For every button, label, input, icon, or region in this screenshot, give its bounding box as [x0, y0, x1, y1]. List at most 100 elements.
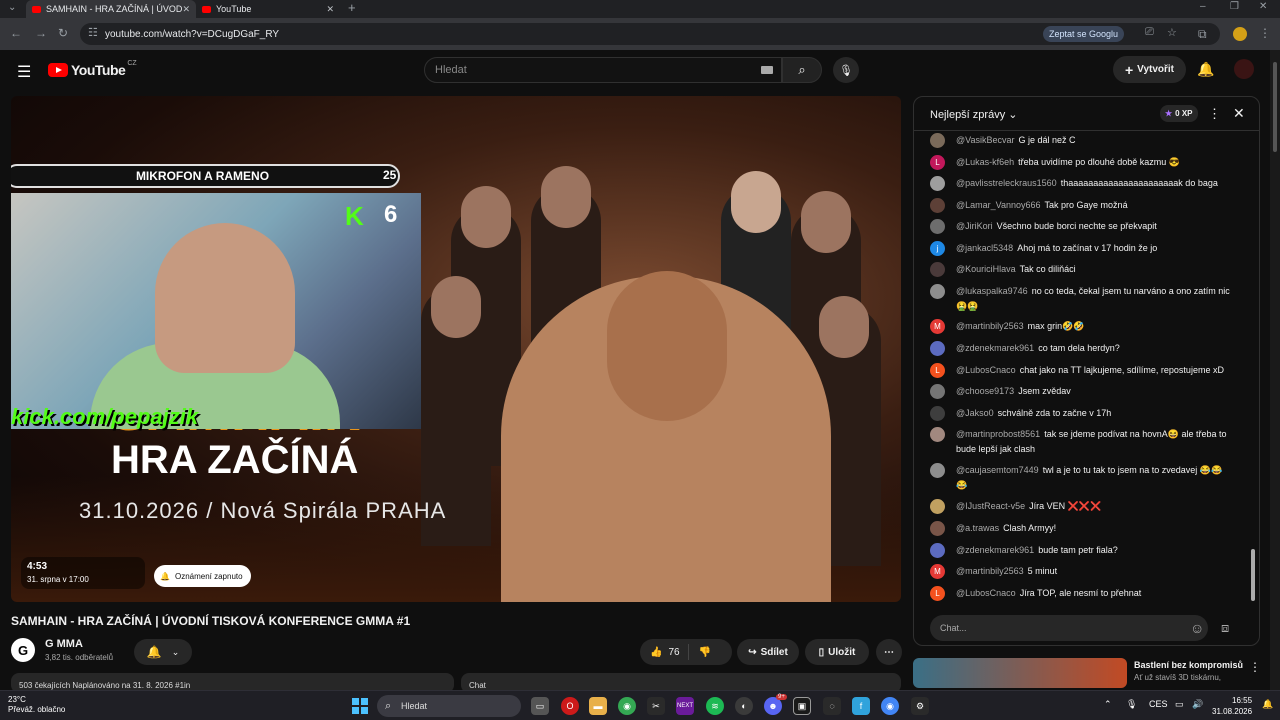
chat-author[interactable]: @Lamar_Vannoy666: [956, 200, 1041, 210]
chat-author[interactable]: @LubosCnaco: [956, 365, 1016, 375]
dislike-button[interactable]: 👎: [689, 647, 711, 658]
chat-avatar[interactable]: L: [930, 586, 945, 601]
chat-avatar[interactable]: M: [930, 564, 945, 579]
chat-avatar[interactable]: L: [930, 363, 945, 378]
chat-author[interactable]: @caujasemtom7449: [956, 465, 1039, 475]
search-button[interactable]: ⌕: [782, 57, 822, 83]
chat-author[interactable]: @Lukas-kf6eh: [956, 157, 1014, 167]
xp-badge[interactable]: ★ 0 XP: [1160, 105, 1198, 122]
keyboard-icon[interactable]: [761, 66, 773, 74]
search-input[interactable]: Hledat: [424, 57, 782, 83]
notification-on-button[interactable]: 🔔 Oznámení zapnuto: [154, 565, 251, 587]
close-tab-icon[interactable]: ✕: [182, 4, 190, 15]
chat-avatar[interactable]: [930, 499, 945, 514]
back-icon[interactable]: ←: [10, 26, 22, 40]
chat-author[interactable]: @JiriKori: [956, 221, 993, 231]
chat-avatar[interactable]: [930, 406, 945, 421]
chat-author[interactable]: @VasikBecvar: [956, 135, 1015, 145]
chat-avatar[interactable]: [930, 133, 945, 148]
voice-search-button[interactable]: 🎙: [833, 57, 859, 83]
recommendation-title[interactable]: Bastlení bez kompromisů: [1134, 660, 1243, 670]
taskbar-search[interactable]: Hledat: [377, 695, 521, 717]
create-button[interactable]: + Vytvořit: [1113, 56, 1186, 83]
chat-avatar[interactable]: [930, 262, 945, 277]
chat-avatar[interactable]: [930, 463, 945, 478]
like-button[interactable]: 👍 76: [640, 644, 689, 660]
emoji-icon[interactable]: ☺: [1190, 620, 1204, 636]
subscription-bell-button[interactable]: 🔔 ⌄: [134, 639, 192, 665]
cast-icon[interactable]: ⎚: [1145, 26, 1154, 39]
chat-author[interactable]: @Jakso0: [956, 408, 994, 418]
chat-avatar[interactable]: [930, 521, 945, 536]
chat-author[interactable]: @LubosCnaco: [956, 588, 1016, 598]
video-player[interactable]: SAMHAIN HRA ZAČÍNÁ 31.10.2026 / Nová Spi…: [11, 96, 901, 602]
chrome-icon[interactable]: ◉: [618, 697, 636, 715]
scrollbar-thumb[interactable]: [1273, 62, 1277, 152]
weather-widget[interactable]: 23°C Převáž. oblačno: [8, 695, 65, 715]
chat-author[interactable]: @martinbily2563: [956, 566, 1024, 576]
youtube-logo[interactable]: YouTube CZ: [48, 60, 137, 78]
chat-author[interactable]: @KouriciHlava: [956, 264, 1016, 274]
chat-avatar[interactable]: [930, 219, 945, 234]
url-text[interactable]: youtube.com/watch?v=DCugDGaF_RY: [105, 29, 279, 40]
app-icon[interactable]: ◌: [823, 697, 841, 715]
chat-avatar[interactable]: [930, 176, 945, 191]
settings-gear-icon[interactable]: ⚙: [911, 697, 929, 715]
chat-avatar[interactable]: [930, 198, 945, 213]
notifications-bell-icon[interactable]: 🔔: [1197, 61, 1214, 78]
chat-author[interactable]: @a.trawas: [956, 523, 999, 533]
obs-icon[interactable]: ▣: [793, 697, 811, 715]
minimize-icon[interactable]: –: [1200, 1, 1206, 12]
chat-author[interactable]: @martinprobost8561: [956, 429, 1040, 439]
facebook-icon[interactable]: f: [852, 697, 870, 715]
language-indicator[interactable]: CES: [1149, 699, 1168, 709]
super-chat-icon[interactable]: ⧈: [1221, 620, 1229, 636]
reload-icon[interactable]: ↻: [58, 26, 68, 40]
next-app-icon[interactable]: NEXT: [676, 697, 694, 715]
system-clock[interactable]: 16:55 31.08.2026: [1212, 695, 1252, 717]
chat-author[interactable]: @choose9173: [956, 386, 1014, 396]
site-info-icon[interactable]: ☷: [88, 26, 98, 39]
channel-name[interactable]: G MMA: [45, 638, 83, 650]
chat-avatar[interactable]: j: [930, 241, 945, 256]
close-chat-icon[interactable]: ✕: [1233, 105, 1245, 122]
chat-avatar[interactable]: L: [930, 155, 945, 170]
chat-author[interactable]: @pavlisstreleckraus1560: [956, 178, 1057, 188]
recommendation-more-icon[interactable]: ⋮: [1249, 660, 1261, 674]
share-button[interactable]: ↪ Sdílet: [737, 639, 799, 665]
capcut-icon[interactable]: ✂: [647, 697, 665, 715]
omnibox[interactable]: ☷ youtube.com/watch?v=DCugDGaF_RY Zeptat…: [80, 23, 1220, 45]
chat-avatar[interactable]: [930, 384, 945, 399]
tab-active[interactable]: SAMHAIN - HRA ZAČÍNÁ | ÚVOD ✕: [26, 0, 196, 18]
windows-start-icon[interactable]: [352, 698, 368, 714]
chat-avatar[interactable]: [930, 427, 945, 442]
close-tab-icon[interactable]: ✕: [326, 4, 334, 15]
recommendation-card[interactable]: Bastlení bez kompromisů Ať už stavíš 3D …: [913, 658, 1261, 688]
chat-options-icon[interactable]: ⋮: [1208, 106, 1221, 122]
chat-author[interactable]: @jankacl5348: [956, 243, 1013, 253]
tab-youtube[interactable]: YouTube ✕: [196, 0, 340, 18]
tab-list-icon[interactable]: ⌄: [8, 2, 16, 13]
recommendation-thumbnail[interactable]: [913, 658, 1127, 688]
tray-chevron-icon[interactable]: ⌃: [1104, 699, 1112, 710]
new-tab-button[interactable]: +: [348, 0, 356, 15]
network-icon[interactable]: ▭: [1175, 699, 1184, 710]
user-avatar[interactable]: [1234, 59, 1254, 79]
forward-icon[interactable]: →: [35, 26, 47, 40]
chat-author[interactable]: @zdenekmarek961: [956, 545, 1034, 555]
chat-author[interactable]: @IJustReact-v5e: [956, 501, 1025, 511]
chat-avatar[interactable]: [930, 341, 945, 356]
task-view-icon[interactable]: ▭: [531, 697, 549, 715]
chat-input[interactable]: Chat...: [930, 615, 1208, 641]
opera-icon[interactable]: O: [561, 697, 579, 715]
chrome-icon-2[interactable]: ◉: [881, 697, 899, 715]
spotify-icon[interactable]: ≋: [706, 697, 724, 715]
volume-icon[interactable]: 🔊: [1192, 699, 1203, 710]
chat-author[interactable]: @lukaspalka9746: [956, 286, 1028, 296]
chat-author[interactable]: @zdenekmarek961: [956, 343, 1034, 353]
save-button[interactable]: ▯ Uložit: [805, 639, 869, 665]
profile-avatar[interactable]: [1233, 27, 1247, 41]
notification-center-icon[interactable]: 🔔: [1262, 699, 1273, 710]
file-explorer-icon[interactable]: ▬: [589, 697, 607, 715]
more-actions-button[interactable]: ⋯: [876, 639, 902, 665]
